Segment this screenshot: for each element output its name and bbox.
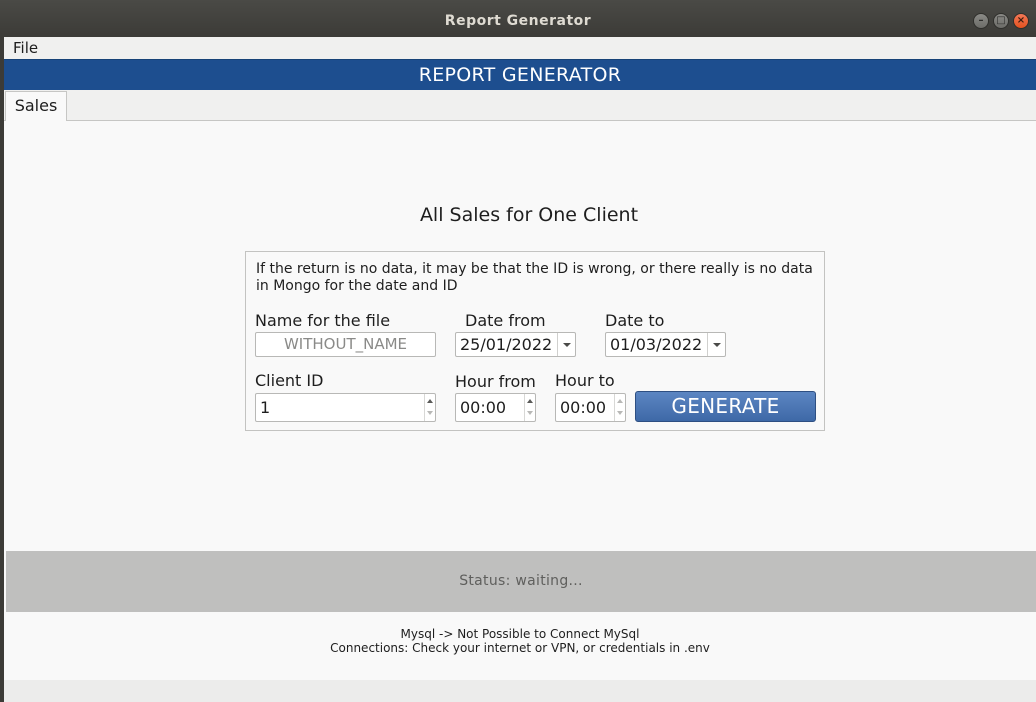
file-name-input[interactable]: WITHOUT_NAME — [255, 332, 436, 357]
hour-from-label: Hour from — [455, 372, 536, 391]
date-from-label: Date from — [465, 311, 546, 330]
hour-from-spinbox[interactable]: 00:00 — [455, 393, 536, 422]
tab-bar: Sales — [4, 90, 1036, 121]
client-id-label: Client ID — [255, 371, 324, 390]
spin-down-icon[interactable] — [617, 411, 623, 415]
spin-arrows-icon[interactable] — [524, 394, 535, 421]
chevron-down-icon[interactable] — [707, 333, 725, 356]
spin-down-icon[interactable] — [427, 411, 433, 415]
spin-arrows-icon[interactable] — [424, 394, 435, 421]
section-title: All Sales for One Client — [419, 204, 639, 226]
client-id-spinbox[interactable]: 1 — [255, 393, 436, 422]
date-to-picker[interactable]: 01/03/2022 — [605, 332, 726, 357]
hour-to-value: 00:00 — [560, 398, 607, 417]
date-from-value: 25/01/2022 — [460, 335, 553, 354]
spin-up-icon[interactable] — [427, 399, 433, 403]
date-to-label: Date to — [605, 311, 665, 330]
menu-bar: File — [0, 37, 1036, 59]
spin-arrows-icon[interactable] — [614, 394, 625, 421]
close-icon[interactable]: × — [1013, 13, 1029, 29]
report-form: If the return is no data, it may be that… — [245, 251, 825, 431]
maximize-icon[interactable]: □ — [993, 13, 1009, 29]
app-window: Report Generator – □ × File REPORT GENER… — [0, 0, 1036, 702]
spin-down-icon[interactable] — [527, 411, 533, 415]
date-to-value: 01/03/2022 — [610, 335, 703, 354]
tab-sales[interactable]: Sales — [5, 91, 67, 121]
minimize-icon[interactable]: – — [973, 13, 989, 29]
date-from-picker[interactable]: 25/01/2022 — [455, 332, 576, 357]
header-banner: REPORT GENERATOR — [4, 59, 1036, 91]
title-bar[interactable]: Report Generator – □ × — [0, 0, 1036, 37]
sales-tab-panel: All Sales for One Client If the return i… — [4, 121, 1036, 551]
connection-messages: Mysql -> Not Possible to Connect MySql C… — [4, 612, 1036, 680]
chevron-down-icon[interactable] — [557, 333, 575, 356]
menu-file[interactable]: File — [13, 39, 38, 57]
file-name-placeholder: WITHOUT_NAME — [283, 335, 408, 353]
spin-up-icon[interactable] — [527, 399, 533, 403]
client-id-value: 1 — [260, 398, 271, 417]
message-line-1: Mysql -> Not Possible to Connect MySql — [400, 627, 640, 641]
file-name-label: Name for the file — [255, 311, 391, 330]
bottom-strip — [4, 680, 1036, 702]
hour-from-value: 00:00 — [460, 398, 507, 417]
hour-to-label: Hour to — [555, 371, 615, 390]
status-bar: Status: waiting... — [6, 551, 1036, 612]
message-line-2: Connections: Check your internet or VPN,… — [330, 641, 710, 655]
spin-up-icon[interactable] — [617, 399, 623, 403]
info-text: If the return is no data, it may be that… — [256, 261, 813, 293]
window-title: Report Generator — [444, 13, 592, 29]
generate-button[interactable]: GENERATE — [635, 391, 816, 422]
hour-to-spinbox[interactable]: 00:00 — [555, 393, 626, 422]
